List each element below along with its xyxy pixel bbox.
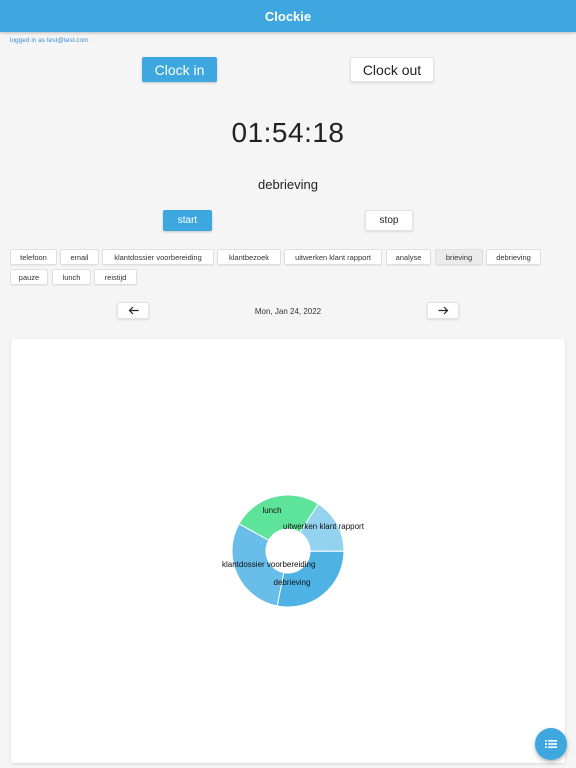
chip-debrieving[interactable]: debrieving — [486, 249, 541, 265]
app-title: Clockie — [264, 8, 312, 24]
chart-card: uitwerken klant rapport debrieving klantdo… — [11, 339, 565, 763]
pie-label-uitwerken-klant-rapport: uitwerken klant rapport — [283, 522, 365, 531]
chip-lunch[interactable]: lunch — [52, 269, 91, 285]
chip-analyse[interactable]: analyse — [386, 249, 431, 265]
chip-klantbezoek[interactable]: klantbezoek — [217, 249, 281, 265]
chip-brieving[interactable]: brieving — [435, 249, 483, 265]
time-distribution-chart: uitwerken klant rapport debrieving klantdo… — [222, 494, 365, 608]
chip-reistijd[interactable]: reistijd — [94, 269, 137, 285]
clock-out-button[interactable]: Clock out — [350, 57, 434, 82]
pie-label-lunch: lunch — [262, 506, 281, 515]
pie-label-debrieving: debrieving — [274, 578, 311, 587]
chip-telefoon[interactable]: telefoon — [10, 249, 57, 265]
chip-pauze[interactable]: pauze — [10, 269, 48, 285]
pie-label-klantdossier-voorbereiding: klantdossier voorbereiding — [222, 560, 315, 569]
timer-display: 01:54:18 — [231, 117, 345, 148]
arrow-right-icon — [438, 306, 448, 315]
logged-in-label: logged in as test@test.com — [10, 37, 89, 44]
list-icon — [545, 740, 557, 748]
chip-email[interactable]: email — [60, 249, 99, 265]
clock-in-button[interactable]: Clock in — [142, 57, 217, 82]
chip-uitwerken-klant-rapport[interactable]: uitwerken klant rapport — [284, 249, 382, 265]
app-bar: Clockie — [0, 0, 576, 32]
list-fab-button[interactable] — [535, 728, 567, 760]
current-task-label: debrieving — [258, 177, 318, 192]
stop-button[interactable]: stop — [365, 210, 413, 231]
start-button[interactable]: start — [163, 210, 212, 231]
date-label: Mon, Jan 24, 2022 — [254, 307, 322, 316]
chip-klantdossier-voorbereiding[interactable]: klantdossier voorbereiding — [102, 249, 214, 265]
next-day-button[interactable] — [427, 302, 459, 319]
